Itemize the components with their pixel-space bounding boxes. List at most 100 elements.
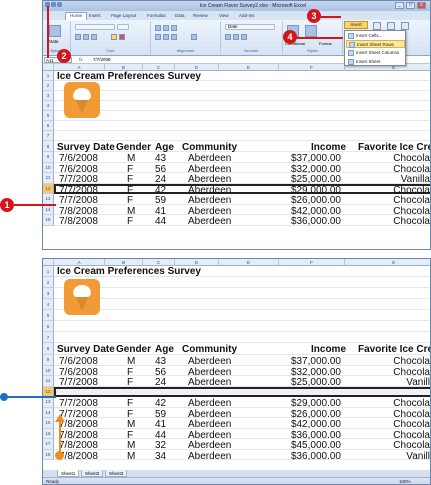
menu-item-insert-sheet-columns[interactable]: Insert Sheet Columns — [346, 49, 405, 57]
column-header-e[interactable]: E — [219, 64, 279, 71]
insert-button[interactable]: Insert — [344, 21, 368, 29]
date-cell[interactable]: 7/7/2008 — [59, 185, 98, 196]
age-cell[interactable]: 59 — [155, 409, 166, 420]
gender-cell[interactable]: M — [127, 153, 135, 164]
sheet-tab-2[interactable]: Sheet2 — [81, 470, 104, 477]
gender-cell[interactable]: M — [127, 206, 135, 217]
align-bottom-icon[interactable] — [171, 25, 177, 31]
worksheet-grid-bottom[interactable]: A B C D E F G 1 Ice Cream Preferences Survey 2 3 4 5… — [43, 259, 430, 471]
currency-icon[interactable] — [225, 34, 231, 40]
fx-icon[interactable]: fx — [79, 57, 83, 63]
gender-header[interactable]: Gender — [116, 142, 151, 153]
row-header[interactable]: 9 — [43, 152, 54, 163]
income-cell[interactable]: $45,000.00 — [291, 440, 341, 451]
column-header-f[interactable]: F — [279, 64, 345, 71]
community-cell[interactable]: Aberdeen — [188, 409, 231, 420]
age-cell[interactable]: 41 — [155, 206, 166, 217]
tab-page-layout[interactable]: Page Layout — [111, 13, 136, 18]
favorite-cell[interactable]: Chocola — [393, 356, 430, 367]
favorite-cell[interactable]: Chocola — [393, 195, 430, 206]
gender-cell[interactable]: F — [127, 195, 133, 206]
column-header-a[interactable]: A — [54, 64, 105, 71]
find-select-icon[interactable] — [401, 22, 409, 30]
sum-icon[interactable] — [373, 22, 381, 30]
income-cell[interactable]: $29,000.00 — [291, 185, 341, 196]
date-cell[interactable]: 7/8/2008 — [59, 430, 98, 441]
row-header[interactable]: 2 — [43, 81, 54, 91]
community-cell[interactable]: Aberdeen — [188, 153, 231, 164]
community-cell[interactable]: Aberdeen — [188, 367, 231, 378]
row-header[interactable]: 13 — [43, 397, 54, 408]
row-header[interactable]: 9 — [43, 355, 54, 366]
align-left-icon[interactable] — [155, 34, 161, 40]
gender-cell[interactable]: F — [127, 409, 133, 420]
favorite-cell[interactable]: Chocola — [393, 398, 430, 409]
font-name-select[interactable] — [75, 24, 115, 30]
favorite-cell[interactable]: Chocola — [393, 164, 430, 175]
selected-row[interactable] — [54, 386, 430, 397]
zoom-level[interactable]: 100% — [399, 479, 411, 484]
number-format-select[interactable]: Date — [225, 24, 275, 30]
date-cell[interactable]: 7/8/2008 — [59, 216, 98, 227]
sort-filter-icon[interactable] — [387, 22, 395, 30]
income-cell[interactable]: $42,000.00 — [291, 419, 341, 430]
gender-cell[interactable]: F — [127, 398, 133, 409]
menu-item-insert-sheet-rows[interactable]: Insert Sheet Rows — [346, 40, 405, 48]
paste-icon[interactable] — [49, 25, 61, 37]
community-cell[interactable]: Aberdeen — [188, 206, 231, 217]
survey-date-header[interactable]: Survey Date — [57, 344, 115, 355]
row-header[interactable]: 11 — [43, 173, 54, 184]
favorite-header[interactable]: Favorite Ice Cre — [358, 344, 430, 355]
row-header[interactable]: 14 — [43, 204, 54, 215]
sheet-tab-3[interactable]: Sheet3 — [105, 470, 128, 477]
column-header-e[interactable]: E — [219, 259, 279, 266]
age-header[interactable]: Age — [155, 344, 174, 355]
underline-icon[interactable] — [91, 34, 97, 40]
row-header[interactable]: 18 — [43, 449, 54, 460]
gender-cell[interactable]: M — [127, 419, 135, 430]
fill-color-icon[interactable] — [111, 34, 117, 40]
age-cell[interactable]: 56 — [155, 164, 166, 175]
sheet-title[interactable]: Ice Cream Preferences Survey — [57, 266, 201, 277]
gender-cell[interactable]: F — [127, 430, 133, 441]
row-header[interactable]: 3 — [43, 288, 54, 299]
gender-header[interactable]: Gender — [116, 344, 151, 355]
date-cell[interactable]: 7/6/2008 — [59, 367, 98, 378]
age-cell[interactable]: 42 — [155, 398, 166, 409]
formula-input[interactable]: 7/7/2008 — [93, 57, 111, 63]
column-header-c[interactable]: C — [143, 64, 175, 71]
community-cell[interactable]: Aberdeen — [188, 430, 231, 441]
percent-icon[interactable] — [233, 34, 239, 40]
font-color-icon[interactable] — [119, 34, 125, 40]
row-header[interactable]: 1 — [43, 71, 54, 81]
comma-icon[interactable] — [241, 34, 247, 40]
align-top-icon[interactable] — [155, 25, 161, 31]
selected-row[interactable] — [54, 183, 430, 194]
row-header[interactable]: 12 — [43, 183, 54, 194]
row-header[interactable]: 13 — [43, 194, 54, 205]
favorite-cell[interactable]: Chocola — [393, 185, 430, 196]
age-cell[interactable]: 44 — [155, 430, 166, 441]
gender-cell[interactable]: M — [127, 451, 135, 462]
menu-item-insert-cells[interactable]: Insert Cells... — [346, 32, 405, 40]
income-header[interactable]: Income — [311, 142, 346, 153]
gender-cell[interactable]: F — [127, 185, 133, 196]
favorite-cell[interactable]: Chocola — [393, 409, 430, 420]
tab-add-ins[interactable]: Add-Ins — [239, 13, 255, 18]
align-right-icon[interactable] — [171, 34, 177, 40]
income-cell[interactable]: $26,000.00 — [291, 195, 341, 206]
age-cell[interactable]: 59 — [155, 195, 166, 206]
age-cell[interactable]: 56 — [155, 367, 166, 378]
favorite-cell[interactable]: Chocola — [393, 216, 430, 227]
row-header[interactable]: 4 — [43, 299, 54, 310]
row-header[interactable]: 6 — [43, 321, 54, 332]
community-cell[interactable]: Aberdeen — [188, 440, 231, 451]
row-header[interactable]: 5 — [43, 111, 54, 121]
date-cell[interactable]: 7/6/2008 — [59, 164, 98, 175]
age-header[interactable]: Age — [155, 142, 174, 153]
font-size-select[interactable] — [117, 24, 129, 30]
minimize-button[interactable]: _ — [395, 2, 404, 9]
favorite-cell[interactable]: Chocola — [393, 440, 430, 451]
favorite-cell[interactable]: Chocola — [393, 153, 430, 164]
date-cell[interactable]: 7/6/2008 — [59, 356, 98, 367]
